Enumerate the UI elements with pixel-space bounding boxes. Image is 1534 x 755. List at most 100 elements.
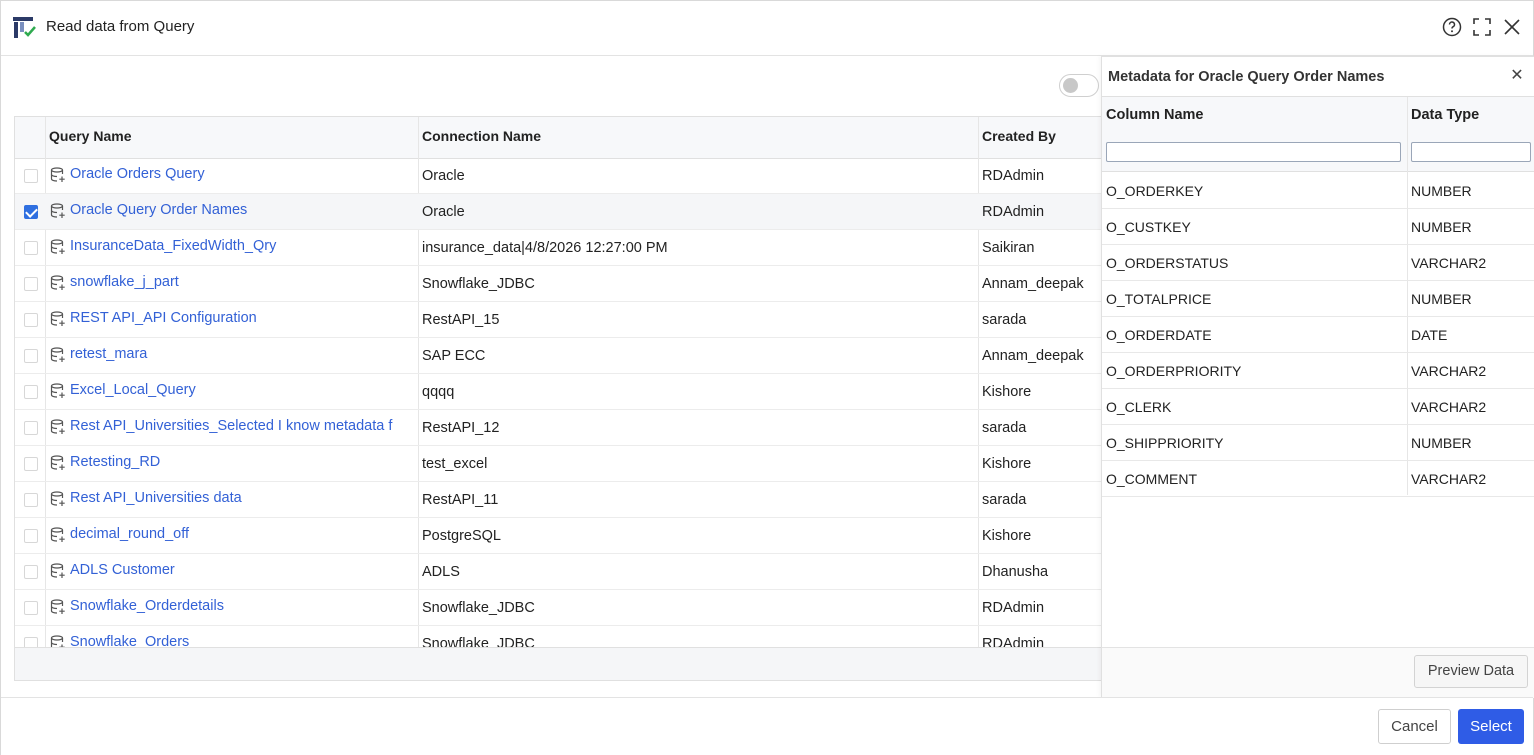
query-name-link[interactable]: InsuranceData_FixedWidth_Qry xyxy=(70,238,418,254)
grid-footer xyxy=(15,647,1103,680)
connection-name-cell: SAP ECC xyxy=(422,348,486,364)
row-checkbox[interactable] xyxy=(24,421,38,435)
close-icon[interactable] xyxy=(1500,15,1524,39)
column-header-connection-name[interactable]: Connection Name xyxy=(419,117,541,158)
dialog-title-bar: Read data from Query xyxy=(1,1,1533,56)
connection-name-cell: RestAPI_15 xyxy=(422,312,500,328)
row-checkbox[interactable] xyxy=(24,205,38,219)
table-row[interactable]: Snowflake_Orderdetails Snowflake_JDBC RDAd… xyxy=(15,590,1103,626)
row-checkbox[interactable] xyxy=(24,349,38,363)
table-row[interactable]: ADLS Customer ADLS Dhanusha xyxy=(15,554,1103,590)
connection-name-cell: PostgreSQL xyxy=(422,528,501,544)
metadata-row[interactable]: O_ORDERSTATUS VARCHAR2 xyxy=(1102,245,1534,281)
metadata-data-type-cell: VARCHAR2 xyxy=(1411,399,1487,415)
query-name-link[interactable]: Snowflake_Orders xyxy=(70,634,418,647)
row-checkbox[interactable] xyxy=(24,385,38,399)
table-row[interactable]: Rest API_Universities data RestAPI_11 sara… xyxy=(15,482,1103,518)
created-by-cell: RDAdmin xyxy=(982,600,1045,616)
query-name-link[interactable]: Snowflake_Orderdetails xyxy=(70,598,418,614)
table-row[interactable]: decimal_round_off PostgreSQL Kishore xyxy=(15,518,1103,554)
query-name-link[interactable]: retest_mara xyxy=(70,346,418,362)
table-row[interactable]: Retesting_RD test_excel Kishore xyxy=(15,446,1103,482)
table-row[interactable]: Rest API_Universities_Selected I know me… xyxy=(15,410,1103,446)
metadata-column-name-cell: O_TOTALPRICE xyxy=(1106,291,1212,307)
created-by-cell: Annam_deepak xyxy=(982,348,1084,364)
query-name-link[interactable]: snowflake_j_part xyxy=(70,274,418,290)
created-by-cell: Kishore xyxy=(982,528,1032,544)
query-name-link[interactable]: decimal_round_off xyxy=(70,526,418,542)
metadata-header: Column Name Data Type xyxy=(1102,97,1534,172)
database-query-icon xyxy=(50,563,66,579)
toggle-knob xyxy=(1063,78,1078,93)
help-icon[interactable] xyxy=(1440,15,1464,39)
connection-name-cell: Snowflake_JDBC xyxy=(422,276,535,292)
row-checkbox[interactable] xyxy=(24,637,38,647)
table-row[interactable]: InsuranceData_FixedWidth_Qry insurance_da… xyxy=(15,230,1103,266)
connection-name-cell: RestAPI_12 xyxy=(422,420,500,436)
metadata-header-data-type[interactable]: Data Type xyxy=(1411,107,1479,123)
database-query-icon xyxy=(50,527,66,543)
table-row[interactable]: retest_mara SAP ECC Annam_deepak xyxy=(15,338,1103,374)
table-row[interactable]: Oracle Query Order Names Oracle RDAdmin xyxy=(15,194,1103,230)
preview-data-button[interactable]: Preview Data xyxy=(1414,655,1528,688)
table-row[interactable]: REST API_API Configuration RestAPI_15 sara… xyxy=(15,302,1103,338)
row-checkbox[interactable] xyxy=(24,493,38,507)
query-name-link[interactable]: REST API_API Configuration xyxy=(70,310,418,326)
metadata-row[interactable]: O_ORDERDATE DATE xyxy=(1102,317,1534,353)
column-name-filter-input[interactable] xyxy=(1106,142,1401,162)
metadata-header-column-name[interactable]: Column Name xyxy=(1106,107,1204,123)
query-name-link[interactable]: Retesting_RD xyxy=(70,454,418,470)
query-name-link[interactable]: Oracle Query Order Names xyxy=(70,202,418,218)
table-row[interactable]: Excel_Local_Query qqqq Kishore xyxy=(15,374,1103,410)
metadata-column-name-cell: O_CUSTKEY xyxy=(1106,219,1191,235)
metadata-data-type-cell: VARCHAR2 xyxy=(1411,255,1487,271)
row-checkbox[interactable] xyxy=(24,529,38,543)
maximize-icon[interactable] xyxy=(1470,15,1494,39)
query-name-link[interactable]: Rest API_Universities data xyxy=(70,490,418,506)
query-name-link[interactable]: Excel_Local_Query xyxy=(70,382,418,398)
connection-name-cell: insurance_data|4/8/2026 12:27:00 PM xyxy=(422,240,668,256)
column-header-query-name[interactable]: Query Name xyxy=(46,117,131,158)
select-button[interactable]: Select xyxy=(1458,709,1524,744)
created-by-cell: sarada xyxy=(982,312,1027,328)
database-query-icon xyxy=(50,347,66,363)
table-row[interactable]: Oracle Orders Query Oracle RDAdmin xyxy=(15,158,1103,194)
cancel-button[interactable]: Cancel xyxy=(1378,709,1451,744)
metadata-data-type-cell: NUMBER xyxy=(1411,219,1472,235)
connection-name-cell: test_excel xyxy=(422,456,488,472)
connection-name-cell: qqqq xyxy=(422,384,455,400)
view-toggle[interactable] xyxy=(1059,74,1099,97)
connection-name-cell: Oracle xyxy=(422,204,465,220)
row-checkbox[interactable] xyxy=(24,241,38,255)
metadata-row[interactable]: O_ORDERKEY NUMBER xyxy=(1102,173,1534,209)
query-name-link[interactable]: Oracle Orders Query xyxy=(70,166,418,182)
query-name-link[interactable]: ADLS Customer xyxy=(70,562,418,578)
row-checkbox[interactable] xyxy=(24,169,38,183)
row-checkbox[interactable] xyxy=(24,565,38,579)
metadata-data-type-cell: DATE xyxy=(1411,327,1448,343)
metadata-row[interactable]: O_COMMENT VARCHAR2 xyxy=(1102,461,1534,497)
table-row[interactable]: Snowflake_Orders Snowflake_JDBC RDAdmin xyxy=(15,626,1103,647)
metadata-title: Metadata for Oracle Query Order Names xyxy=(1108,69,1385,85)
row-checkbox[interactable] xyxy=(24,277,38,291)
created-by-cell: Kishore xyxy=(982,384,1032,400)
data-type-filter-input[interactable] xyxy=(1411,142,1531,162)
query-app-icon xyxy=(13,17,36,38)
metadata-row[interactable]: O_ORDERPRIORITY VARCHAR2 xyxy=(1102,353,1534,389)
metadata-column-name-cell: O_COMMENT xyxy=(1106,471,1197,487)
database-query-icon xyxy=(50,455,66,471)
metadata-row[interactable]: O_SHIPPRIORITY NUMBER xyxy=(1102,425,1534,461)
metadata-row[interactable]: O_TOTALPRICE NUMBER xyxy=(1102,281,1534,317)
database-query-icon xyxy=(50,167,66,183)
metadata-close-icon[interactable]: ✕ xyxy=(1508,67,1526,85)
table-row[interactable]: snowflake_j_part Snowflake_JDBC Annam_deep… xyxy=(15,266,1103,302)
column-header-created-by[interactable]: Created By xyxy=(979,117,1056,158)
row-checkbox[interactable] xyxy=(24,601,38,615)
query-name-link[interactable]: Rest API_Universities_Selected I know me… xyxy=(70,418,418,434)
metadata-row[interactable]: O_CLERK VARCHAR2 xyxy=(1102,389,1534,425)
created-by-cell: Kishore xyxy=(982,456,1032,472)
metadata-data-type-cell: NUMBER xyxy=(1411,183,1472,199)
metadata-row[interactable]: O_CUSTKEY NUMBER xyxy=(1102,209,1534,245)
row-checkbox[interactable] xyxy=(24,457,38,471)
row-checkbox[interactable] xyxy=(24,313,38,327)
